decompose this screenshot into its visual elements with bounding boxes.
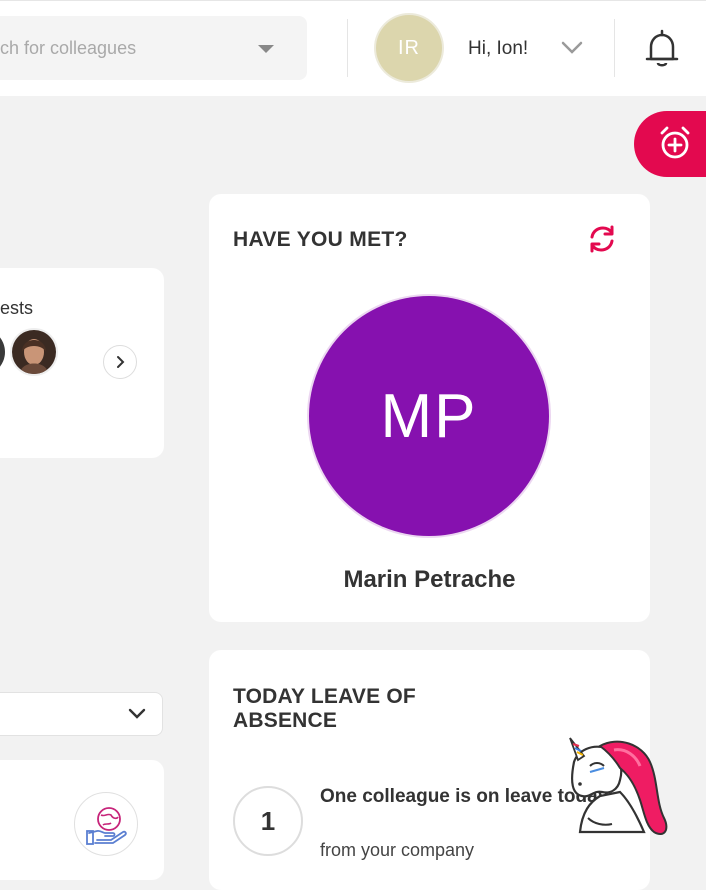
refresh-icon[interactable] bbox=[586, 224, 618, 259]
leave-card-title: TODAY LEAVE OF ABSENCE bbox=[233, 685, 416, 732]
filter-select[interactable] bbox=[0, 692, 163, 736]
add-reminder-button[interactable] bbox=[634, 111, 706, 177]
globe-hand-icon bbox=[74, 792, 138, 856]
have-you-met-card: HAVE YOU MET? MP Marin Petrache bbox=[209, 194, 650, 622]
user-avatar[interactable]: IR bbox=[376, 15, 442, 81]
guests-card-title: ests bbox=[0, 298, 34, 318]
colleague-search[interactable]: ch for colleagues bbox=[0, 16, 307, 80]
guests-card: ests bbox=[0, 268, 164, 458]
benefits-card bbox=[0, 760, 164, 880]
chevron-down-icon bbox=[128, 708, 146, 719]
chevron-right-icon bbox=[117, 356, 125, 368]
guest-avatar[interactable] bbox=[0, 328, 5, 376]
colleague-name[interactable]: Marin Petrache bbox=[209, 566, 650, 594]
chevron-down-icon[interactable] bbox=[559, 35, 585, 66]
leave-count-badge: 1 bbox=[233, 786, 303, 856]
top-bar: ch for colleagues IR Hi, Ion! bbox=[0, 0, 706, 96]
have-you-met-title: HAVE YOU MET? bbox=[233, 228, 408, 251]
user-greeting[interactable]: Hi, Ion! bbox=[468, 38, 528, 60]
unicorn-mascot[interactable] bbox=[560, 732, 678, 847]
bell-icon[interactable] bbox=[643, 29, 681, 74]
divider bbox=[614, 19, 615, 77]
search-input[interactable]: ch for colleagues bbox=[0, 16, 250, 80]
guest-avatar[interactable] bbox=[10, 328, 58, 376]
search-dropdown-caret-icon[interactable] bbox=[258, 45, 274, 53]
colleague-avatar[interactable]: MP bbox=[309, 296, 549, 536]
alarm-add-icon bbox=[660, 126, 690, 159]
divider bbox=[347, 19, 348, 77]
guests-next-button[interactable] bbox=[103, 345, 137, 379]
